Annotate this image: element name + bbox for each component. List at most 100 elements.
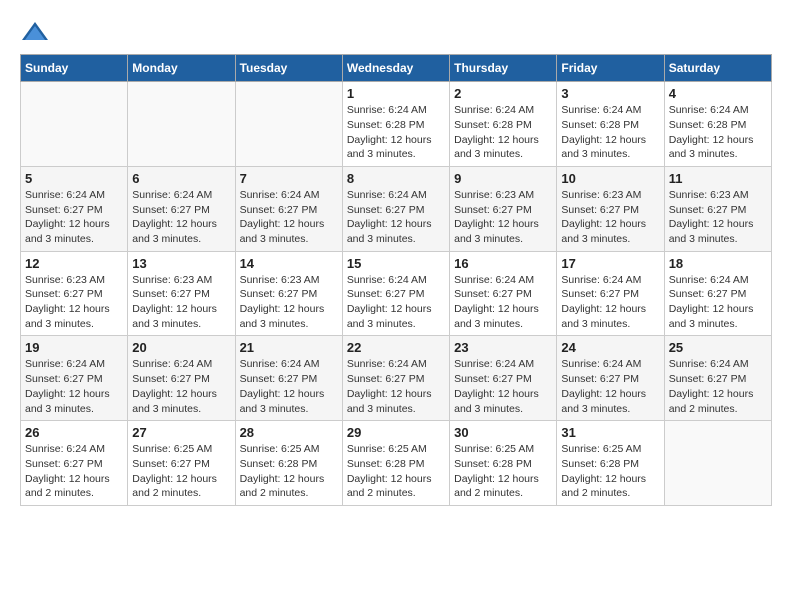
day-cell-6: 6 Sunrise: 6:24 AMSunset: 6:27 PMDaylight… [128, 166, 235, 251]
day-info: Sunrise: 6:24 AMSunset: 6:27 PMDaylight:… [454, 357, 552, 416]
weekday-header-friday: Friday [557, 55, 664, 82]
day-cell-10: 10 Sunrise: 6:23 AMSunset: 6:27 PMDayligh… [557, 166, 664, 251]
week-row-5: 26 Sunrise: 6:24 AMSunset: 6:27 PMDayligh… [21, 421, 772, 506]
day-info: Sunrise: 6:25 AMSunset: 6:28 PMDaylight:… [347, 442, 445, 501]
day-info: Sunrise: 6:23 AMSunset: 6:27 PMDaylight:… [669, 188, 767, 247]
day-info: Sunrise: 6:24 AMSunset: 6:28 PMDaylight:… [454, 103, 552, 162]
day-info: Sunrise: 6:24 AMSunset: 6:27 PMDaylight:… [347, 357, 445, 416]
weekday-header-wednesday: Wednesday [342, 55, 449, 82]
day-number: 11 [669, 171, 767, 186]
empty-cell [128, 82, 235, 167]
day-number: 9 [454, 171, 552, 186]
day-info: Sunrise: 6:24 AMSunset: 6:27 PMDaylight:… [561, 273, 659, 332]
empty-cell [235, 82, 342, 167]
day-number: 1 [347, 86, 445, 101]
day-number: 5 [25, 171, 123, 186]
day-number: 3 [561, 86, 659, 101]
day-info: Sunrise: 6:24 AMSunset: 6:27 PMDaylight:… [454, 273, 552, 332]
day-number: 16 [454, 256, 552, 271]
page-header [20, 20, 772, 44]
day-info: Sunrise: 6:25 AMSunset: 6:28 PMDaylight:… [454, 442, 552, 501]
calendar-table: SundayMondayTuesdayWednesdayThursdayFrid… [20, 54, 772, 506]
day-cell-30: 30 Sunrise: 6:25 AMSunset: 6:28 PMDayligh… [450, 421, 557, 506]
logo-icon [20, 20, 50, 44]
day-cell-2: 2 Sunrise: 6:24 AMSunset: 6:28 PMDaylight… [450, 82, 557, 167]
weekday-header-monday: Monday [128, 55, 235, 82]
day-info: Sunrise: 6:24 AMSunset: 6:28 PMDaylight:… [347, 103, 445, 162]
empty-cell [21, 82, 128, 167]
day-cell-27: 27Sunrise: 6:25 AMSunset: 6:27 PMDayligh… [128, 421, 235, 506]
day-info: Sunrise: 6:23 AMSunset: 6:27 PMDaylight:… [454, 188, 552, 247]
day-info: Sunrise: 6:24 AMSunset: 6:27 PMDaylight:… [132, 188, 230, 247]
weekday-header-saturday: Saturday [664, 55, 771, 82]
day-cell-5: 5 Sunrise: 6:24 AMSunset: 6:27 PMDaylight… [21, 166, 128, 251]
day-number: 14 [240, 256, 338, 271]
day-info: Sunrise: 6:25 AMSunset: 6:28 PMDaylight:… [561, 442, 659, 501]
day-number: 12 [25, 256, 123, 271]
day-cell-15: 15Sunrise: 6:24 AMSunset: 6:27 PMDayligh… [342, 251, 449, 336]
day-number: 17 [561, 256, 659, 271]
day-number: 4 [669, 86, 767, 101]
day-number: 29 [347, 425, 445, 440]
day-number: 23 [454, 340, 552, 355]
day-number: 2 [454, 86, 552, 101]
day-info: Sunrise: 6:24 AMSunset: 6:27 PMDaylight:… [669, 357, 767, 416]
day-number: 18 [669, 256, 767, 271]
day-cell-16: 16 Sunrise: 6:24 AMSunset: 6:27 PMDayligh… [450, 251, 557, 336]
day-cell-18: 18 Sunrise: 6:24 AMSunset: 6:27 PMDayligh… [664, 251, 771, 336]
week-row-1: 1 Sunrise: 6:24 AMSunset: 6:28 PMDaylight… [21, 82, 772, 167]
day-info: Sunrise: 6:24 AMSunset: 6:27 PMDaylight:… [240, 357, 338, 416]
week-row-3: 12 Sunrise: 6:23 AMSunset: 6:27 PMDayligh… [21, 251, 772, 336]
day-cell-13: 13Sunrise: 6:23 AMSunset: 6:27 PMDayligh… [128, 251, 235, 336]
day-cell-7: 7Sunrise: 6:24 AMSunset: 6:27 PMDaylight… [235, 166, 342, 251]
day-info: Sunrise: 6:24 AMSunset: 6:27 PMDaylight:… [561, 357, 659, 416]
day-cell-12: 12 Sunrise: 6:23 AMSunset: 6:27 PMDayligh… [21, 251, 128, 336]
day-number: 7 [240, 171, 338, 186]
day-cell-8: 8Sunrise: 6:24 AMSunset: 6:27 PMDaylight… [342, 166, 449, 251]
empty-cell [664, 421, 771, 506]
day-info: Sunrise: 6:23 AMSunset: 6:27 PMDaylight:… [25, 273, 123, 332]
day-info: Sunrise: 6:23 AMSunset: 6:27 PMDaylight:… [561, 188, 659, 247]
day-info: Sunrise: 6:23 AMSunset: 6:27 PMDaylight:… [132, 273, 230, 332]
day-info: Sunrise: 6:25 AMSunset: 6:28 PMDaylight:… [240, 442, 338, 501]
day-number: 8 [347, 171, 445, 186]
day-cell-25: 25 Sunrise: 6:24 AMSunset: 6:27 PMDayligh… [664, 336, 771, 421]
week-row-2: 5 Sunrise: 6:24 AMSunset: 6:27 PMDaylight… [21, 166, 772, 251]
day-info: Sunrise: 6:24 AMSunset: 6:28 PMDaylight:… [561, 103, 659, 162]
day-info: Sunrise: 6:23 AMSunset: 6:27 PMDaylight:… [240, 273, 338, 332]
day-number: 20 [132, 340, 230, 355]
logo [20, 20, 54, 44]
day-info: Sunrise: 6:24 AMSunset: 6:27 PMDaylight:… [347, 273, 445, 332]
day-info: Sunrise: 6:24 AMSunset: 6:27 PMDaylight:… [132, 357, 230, 416]
day-info: Sunrise: 6:24 AMSunset: 6:27 PMDaylight:… [25, 442, 123, 501]
day-cell-19: 19Sunrise: 6:24 AMSunset: 6:27 PMDayligh… [21, 336, 128, 421]
day-number: 30 [454, 425, 552, 440]
day-cell-31: 31Sunrise: 6:25 AMSunset: 6:28 PMDayligh… [557, 421, 664, 506]
day-cell-17: 17 Sunrise: 6:24 AMSunset: 6:27 PMDayligh… [557, 251, 664, 336]
weekday-header-tuesday: Tuesday [235, 55, 342, 82]
day-info: Sunrise: 6:24 AMSunset: 6:27 PMDaylight:… [669, 273, 767, 332]
day-cell-20: 20 Sunrise: 6:24 AMSunset: 6:27 PMDayligh… [128, 336, 235, 421]
day-cell-11: 11 Sunrise: 6:23 AMSunset: 6:27 PMDayligh… [664, 166, 771, 251]
day-number: 22 [347, 340, 445, 355]
day-number: 26 [25, 425, 123, 440]
day-cell-29: 29 Sunrise: 6:25 AMSunset: 6:28 PMDayligh… [342, 421, 449, 506]
day-number: 6 [132, 171, 230, 186]
day-number: 21 [240, 340, 338, 355]
day-number: 10 [561, 171, 659, 186]
day-cell-22: 22 Sunrise: 6:24 AMSunset: 6:27 PMDayligh… [342, 336, 449, 421]
week-row-4: 19 Sunrise: 6:24 AMSunset: 6:27 PMDayligh… [21, 336, 772, 421]
weekday-header-thursday: Thursday [450, 55, 557, 82]
day-info: Sunrise: 6:24 AMSunset: 6:28 PMDaylight:… [669, 103, 767, 162]
day-cell-21: 21 Sunrise: 6:24 AMSunset: 6:27 PMDayligh… [235, 336, 342, 421]
day-cell-4: 4 Sunrise: 6:24 AMSunset: 6:28 PMDaylight… [664, 82, 771, 167]
day-number: 25 [669, 340, 767, 355]
day-info: Sunrise: 6:25 AMSunset: 6:27 PMDaylight:… [132, 442, 230, 501]
day-number: 28 [240, 425, 338, 440]
day-info: Sunrise: 6:24 AMSunset: 6:27 PMDaylight:… [25, 188, 123, 247]
day-number: 19 [25, 340, 123, 355]
day-cell-3: 3 Sunrise: 6:24 AMSunset: 6:28 PMDaylight… [557, 82, 664, 167]
day-cell-23: 23 Sunrise: 6:24 AMSunset: 6:27 PMDayligh… [450, 336, 557, 421]
day-cell-1: 1 Sunrise: 6:24 AMSunset: 6:28 PMDaylight… [342, 82, 449, 167]
day-cell-28: 28 Sunrise: 6:25 AMSunset: 6:28 PMDayligh… [235, 421, 342, 506]
